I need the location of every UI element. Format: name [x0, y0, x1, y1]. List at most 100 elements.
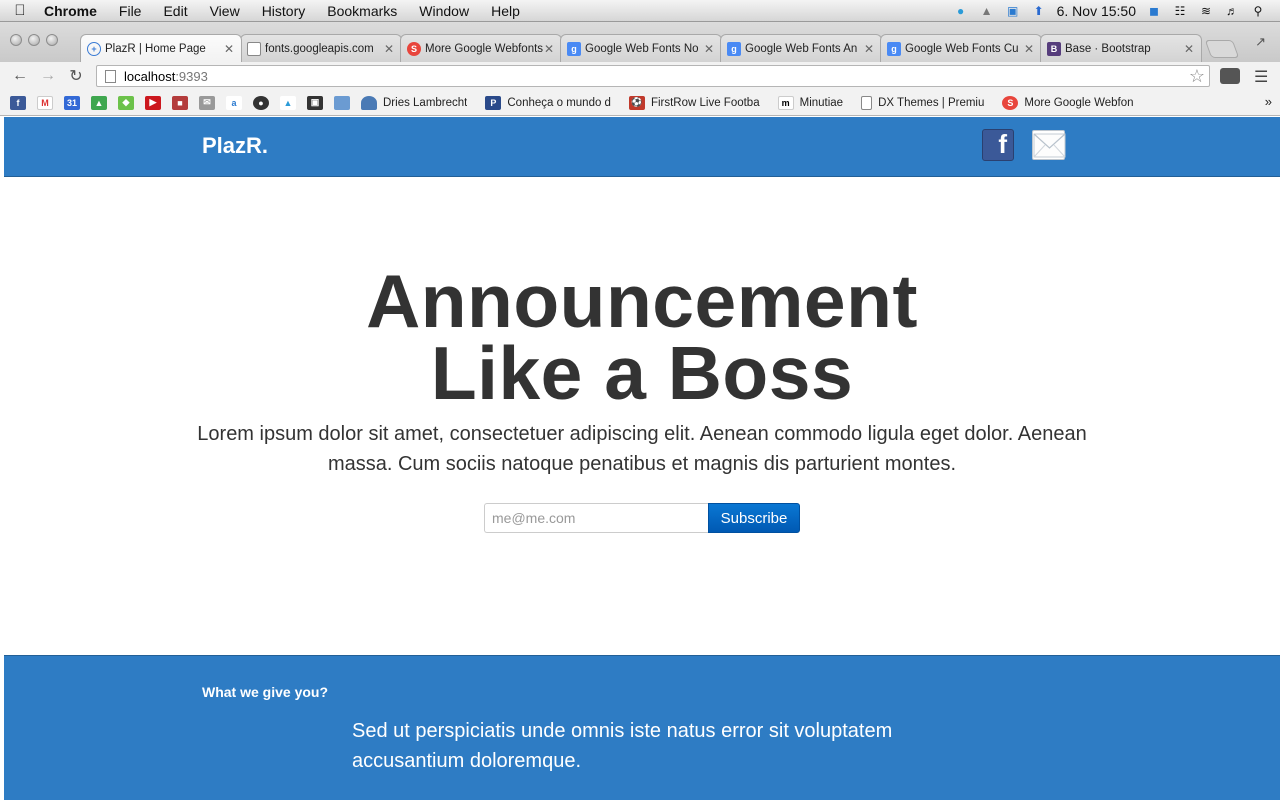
hero-headline: Announcement Like a Boss: [4, 264, 1280, 411]
mail-icon[interactable]: [1032, 130, 1066, 160]
tabs: + PlazR | Home Page ✕ fonts.googleapis.c…: [80, 34, 1240, 62]
wifi-icon[interactable]: ≋: [1198, 4, 1214, 18]
volume-icon[interactable]: ♬: [1224, 4, 1240, 18]
browser-toolbar: ← → ↻ localhost :9393 ☆ ☰: [0, 62, 1280, 90]
address-bar[interactable]: localhost :9393 ☆: [96, 65, 1210, 87]
features-section: What we give you? Sed ut perspiciatis un…: [4, 655, 1280, 800]
person-icon: [361, 95, 377, 110]
google-icon: g: [727, 41, 741, 56]
back-arrow-icon[interactable]: ←: [6, 67, 34, 85]
bookmark-item[interactable]: DX Themes | Premiu: [861, 95, 984, 110]
tab-strip: + PlazR | Home Page ✕ fonts.googleapis.c…: [0, 22, 1280, 62]
page-viewport: PlazR. f Announcement Like a Boss Lorem …: [4, 117, 1280, 800]
display-status-icon[interactable]: ▣: [1005, 4, 1021, 18]
github-bookmark-icon[interactable]: ●: [253, 95, 269, 110]
calendar-bookmark-icon[interactable]: 31: [64, 95, 80, 110]
gmail-bookmark-icon[interactable]: M: [37, 95, 53, 110]
bookmark-item[interactable]: S More Google Webfon: [1002, 95, 1134, 110]
mail-bookmark-icon[interactable]: ✉: [199, 95, 215, 110]
football-icon: ⚽: [628, 95, 645, 110]
chrome-menu-icon[interactable]: ☰: [1254, 67, 1268, 87]
mac-menu-bar:  Chrome File Edit View History Bookmark…: [0, 0, 1280, 22]
bookmark-label: Minutiae: [799, 96, 844, 109]
menu-help[interactable]: Help: [480, 0, 531, 22]
tab-google-web-fonts-1[interactable]: g Google Web Fonts No ✕: [560, 34, 722, 62]
subscribe-button[interactable]: Subscribe: [708, 503, 800, 533]
subscribe-form: Subscribe: [484, 503, 800, 533]
apple-menu-icon[interactable]: : [0, 2, 40, 19]
close-tab-icon[interactable]: ✕: [1183, 42, 1195, 56]
tab-bootstrap[interactable]: B Base · Bootstrap ✕: [1040, 34, 1202, 62]
menu-bookmarks[interactable]: Bookmarks: [316, 0, 408, 22]
close-tab-icon[interactable]: ✕: [1023, 42, 1035, 56]
spotlight-search-icon[interactable]: ⚲: [1250, 4, 1266, 18]
email-input[interactable]: [484, 503, 708, 533]
twitter-status-icon[interactable]: ●: [953, 4, 969, 18]
tab-google-web-fonts-3[interactable]: g Google Web Fonts Cu ✕: [880, 34, 1042, 62]
tab-title: Google Web Fonts No: [585, 42, 699, 55]
tab-fonts-googleapis[interactable]: fonts.googleapis.com ✕: [240, 34, 402, 62]
url-host: localhost: [124, 68, 176, 84]
tab-more-google-webfonts[interactable]: S More Google Webfonts ✕: [400, 34, 562, 62]
close-tab-icon[interactable]: ✕: [703, 42, 715, 56]
menu-history[interactable]: History: [251, 0, 317, 22]
page-icon: [247, 41, 261, 56]
facebook-icon[interactable]: f: [982, 129, 1014, 161]
reload-icon[interactable]: ↻: [62, 66, 90, 86]
bookmark-item[interactable]: P Conheça o mundo d: [485, 95, 611, 110]
menu-file[interactable]: File: [108, 0, 153, 22]
activity-status-icon[interactable]: ☷: [1172, 4, 1188, 18]
bus-bookmark-icon[interactable]: ▣: [307, 95, 323, 110]
hero-tagline: Lorem ipsum dolor sit amet, consectetuer…: [197, 423, 1087, 475]
close-tab-icon[interactable]: ✕: [543, 42, 555, 56]
google-icon: g: [567, 41, 581, 56]
youtube-bookmark-icon[interactable]: ▶: [145, 95, 161, 110]
chat-status-icon[interactable]: ◼: [1146, 4, 1162, 18]
drive-bookmark-icon[interactable]: ▲: [91, 95, 107, 110]
close-tab-icon[interactable]: ✕: [863, 42, 875, 56]
amazon-bookmark-icon[interactable]: a: [226, 95, 242, 110]
close-tab-icon[interactable]: ✕: [383, 42, 395, 56]
facebook-bookmark-icon[interactable]: f: [10, 95, 26, 110]
menu-edit[interactable]: Edit: [152, 0, 198, 22]
feedly-bookmark-icon[interactable]: ◆: [118, 95, 134, 110]
menu-window[interactable]: Window: [408, 0, 480, 22]
evernote-status-icon[interactable]: ▲: [979, 4, 995, 18]
folder-icon[interactable]: [334, 95, 350, 110]
forward-arrow-icon[interactable]: →: [34, 67, 62, 85]
url-port: :9393: [175, 68, 208, 84]
new-tab-button[interactable]: [1204, 40, 1240, 58]
bookmarks-overflow-icon[interactable]: »: [1265, 94, 1272, 109]
twitter-bookmark-icon[interactable]: ▲: [280, 95, 296, 110]
bookmark-star-icon[interactable]: ☆: [1189, 66, 1205, 87]
zoom-window-button[interactable]: [46, 34, 58, 46]
bookmark-item[interactable]: m Minutiae: [777, 95, 844, 110]
tab-google-web-fonts-2[interactable]: g Google Web Fonts An ✕: [720, 34, 882, 62]
extension-icon[interactable]: [1220, 68, 1240, 84]
bookmark-label: FirstRow Live Footba: [650, 96, 760, 109]
tab-title: More Google Webfonts: [425, 42, 543, 55]
window-controls: [10, 34, 58, 46]
bookmark-label: Conheça o mundo d: [507, 96, 611, 109]
p-icon: P: [485, 95, 502, 110]
menu-app-name[interactable]: Chrome: [40, 0, 108, 22]
upload-status-icon[interactable]: ⬆: [1031, 4, 1047, 18]
clock[interactable]: 6. Nov 15:50: [1057, 3, 1136, 19]
menu-view[interactable]: View: [199, 0, 251, 22]
site-header: PlazR. f: [4, 117, 1280, 177]
tab-plazr[interactable]: + PlazR | Home Page ✕: [80, 34, 242, 62]
close-tab-icon[interactable]: ✕: [223, 42, 235, 56]
fullscreen-icon[interactable]: ↗: [1255, 34, 1266, 50]
features-heading: What we give you?: [202, 684, 329, 700]
tab-title: fonts.googleapis.com: [265, 42, 374, 55]
bookmarks-bar: f M 31 ▲ ◆ ▶ ■ ✉ a ● ▲ ▣ Dries Lambrecht…: [0, 90, 1280, 116]
red-circle-icon: S: [407, 41, 421, 56]
tab-title: Base · Bootstrap: [1065, 42, 1151, 55]
app-bookmark-icon[interactable]: ■: [172, 95, 188, 110]
bookmark-item[interactable]: ⚽ FirstRow Live Footba: [628, 95, 760, 110]
brand-logo[interactable]: PlazR.: [202, 133, 268, 159]
close-window-button[interactable]: [10, 34, 22, 46]
page-icon: [861, 95, 873, 110]
minimize-window-button[interactable]: [28, 34, 40, 46]
bookmark-item[interactable]: Dries Lambrecht: [361, 95, 467, 110]
